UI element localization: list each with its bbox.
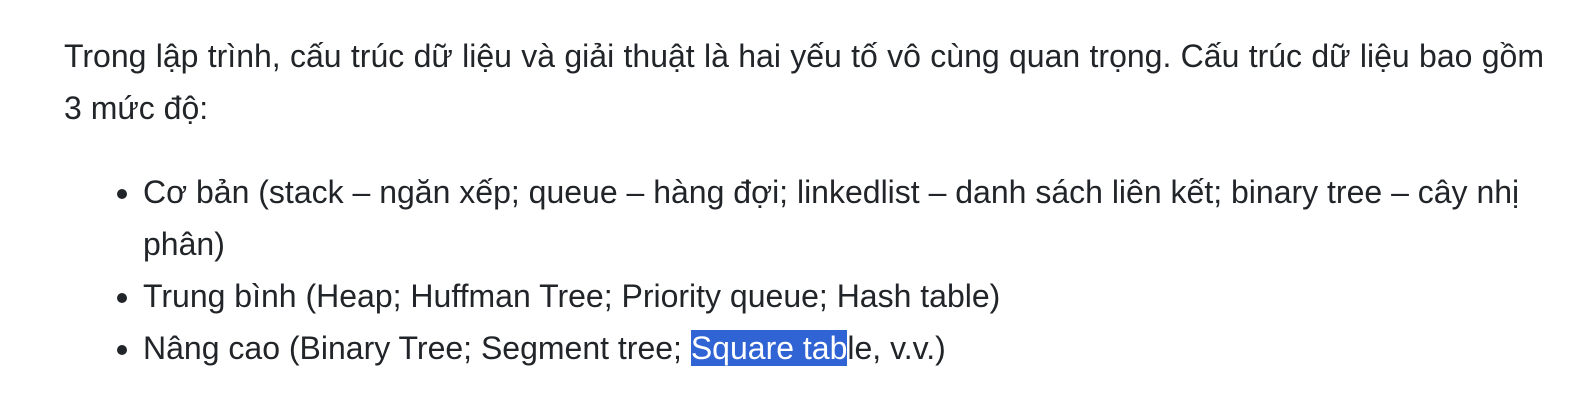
list-item-advanced: Nâng cao (Binary Tree; Segment tree; Squ… (143, 322, 1544, 374)
intro-paragraph: Trong lập trình, cấu trúc dữ liệu và giả… (64, 38, 1544, 126)
list-item-advanced-text-after: le, v.v.) (847, 330, 946, 366)
data-structure-levels-list: Cơ bản (stack – ngăn xếp; queue – hàng đ… (64, 166, 1544, 374)
list-item-intermediate: Trung bình (Heap; Huffman Tree; Priority… (143, 270, 1544, 322)
list-item-basic: Cơ bản (stack – ngăn xếp; queue – hàng đ… (143, 166, 1544, 270)
text-selection-highlight[interactable]: Square tab (690, 330, 848, 366)
article-content: Trong lập trình, cấu trúc dữ liệu và giả… (64, 30, 1544, 374)
list-item-advanced-text-before: Nâng cao (Binary Tree; Segment tree; (143, 330, 691, 366)
